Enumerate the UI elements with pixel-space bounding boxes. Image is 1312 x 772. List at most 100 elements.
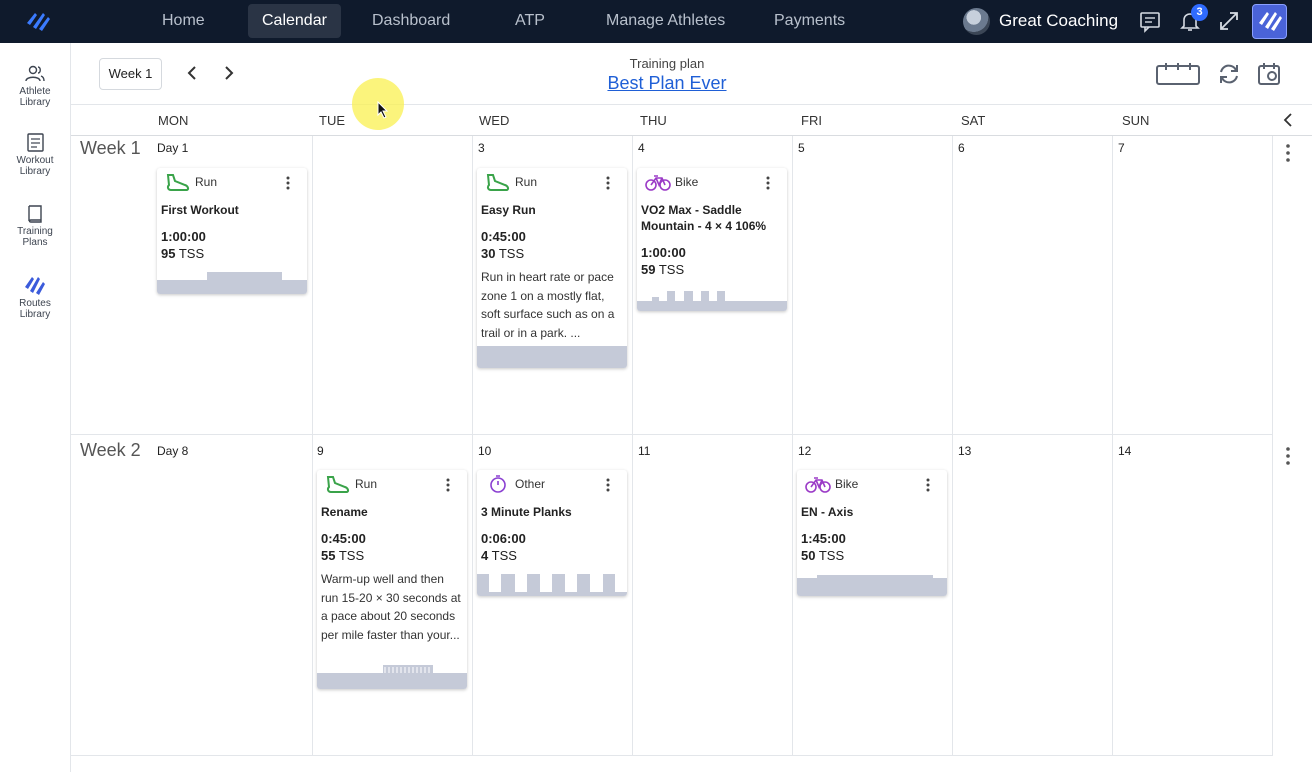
sidebar-item-label: Routes Library — [19, 298, 51, 320]
notification-count-badge: 3 — [1191, 4, 1208, 21]
sport-label: Bike — [675, 175, 699, 189]
workout-card-header: Run — [477, 168, 627, 196]
workout-duration: 1:45:00 — [801, 531, 846, 546]
date-number: Day 1 — [157, 141, 189, 155]
run-shoe-icon — [166, 174, 190, 191]
day-header-row: MON TUE WED THU FRI SAT SUN — [71, 104, 1312, 136]
nav-manage-athletes[interactable]: Manage Athletes — [592, 4, 739, 38]
day-header-fri: FRI — [801, 113, 822, 128]
plan-title-link[interactable]: Best Plan Ever — [567, 73, 767, 94]
workout-card-header: Bike — [797, 470, 947, 498]
sport-label: Run — [195, 175, 218, 189]
day-header-sat: SAT — [961, 113, 986, 128]
workout-tss: 4 TSS — [481, 548, 517, 563]
book-icon — [28, 205, 42, 223]
workout-intensity-chart — [477, 574, 627, 596]
workout-card[interactable]: Run First Workout 1:00:00 95 TSS — [157, 168, 307, 294]
sport-label: Other — [515, 477, 546, 491]
card-menu-icon[interactable] — [441, 478, 455, 492]
workout-card-header: Run — [157, 168, 307, 196]
date-number: 13 — [958, 444, 972, 458]
people-icon — [25, 65, 45, 82]
app-switcher-button[interactable] — [1252, 4, 1287, 39]
week-menu-icon[interactable] — [1282, 446, 1294, 466]
sidebar-item-athlete-library[interactable]: Athlete Library — [0, 64, 70, 108]
workout-tss: 50 TSS — [801, 548, 845, 563]
messages-icon[interactable] — [1138, 9, 1162, 33]
date-number: 14 — [1118, 444, 1132, 458]
nav-calendar[interactable]: Calendar — [248, 4, 341, 38]
grid-divider — [952, 136, 953, 756]
card-menu-icon[interactable] — [921, 478, 935, 492]
date-number: Day 8 — [157, 444, 189, 458]
day-header-wed: WED — [479, 113, 510, 128]
workout-intensity-chart — [477, 346, 627, 368]
collapse-panel-icon[interactable] — [1280, 112, 1296, 128]
card-menu-icon[interactable] — [281, 176, 295, 190]
next-week-icon[interactable] — [219, 64, 237, 82]
date-number: 6 — [958, 141, 965, 155]
run-shoe-icon — [326, 476, 350, 493]
bike-icon — [805, 477, 831, 493]
sidebar-item-routes-library[interactable]: Routes Library — [0, 274, 70, 320]
workout-card[interactable]: Run Rename 0:45:00 55 TSS Warm-up well a… — [317, 470, 467, 689]
workout-intensity-chart — [797, 575, 947, 596]
stopwatch-icon — [490, 475, 506, 493]
nav-dashboard[interactable]: Dashboard — [358, 4, 464, 38]
sidebar-item-training-plans[interactable]: Training Plans — [0, 204, 70, 248]
app-switcher-logo-icon — [1259, 12, 1282, 31]
refresh-icon[interactable] — [1216, 61, 1242, 87]
user-avatar[interactable] — [963, 8, 990, 35]
date-number: 3 — [478, 141, 485, 155]
workout-card[interactable]: Other 3 Minute Planks 0:06:00 4 TSS — [477, 470, 627, 596]
workout-tss: 59 TSS — [641, 262, 685, 277]
card-menu-icon[interactable] — [761, 176, 775, 190]
grid-divider — [1112, 136, 1113, 756]
calendar-range-icon[interactable] — [1156, 61, 1200, 87]
bike-icon — [645, 175, 671, 191]
date-number: 7 — [1118, 141, 1125, 155]
date-number: 11 — [638, 444, 651, 458]
nav-atp[interactable]: ATP — [501, 4, 559, 38]
top-navigation-bar: Home Calendar Dashboard ATP Manage Athle… — [0, 0, 1312, 43]
grid-divider — [1272, 136, 1273, 756]
day-header-mon: MON — [158, 113, 189, 128]
workout-intensity-chart — [637, 291, 787, 311]
week-select-dropdown[interactable]: Week 1 — [99, 58, 162, 90]
workout-card[interactable]: Run Easy Run 0:45:00 30 TSS Run in heart… — [477, 168, 627, 368]
run-shoe-icon — [486, 174, 510, 191]
workout-intensity-chart — [157, 272, 307, 294]
workout-title: First Workout — [161, 203, 239, 217]
nav-home[interactable]: Home — [148, 4, 219, 38]
workout-tss: 55 TSS — [321, 548, 365, 563]
date-number: 4 — [638, 141, 645, 155]
previous-week-icon[interactable] — [184, 64, 202, 82]
workout-card[interactable]: Bike EN - Axis 1:45:00 50 TSS — [797, 470, 947, 596]
week-label: Week 2 — [80, 440, 141, 460]
calendar-settings-icon[interactable] — [1257, 61, 1283, 87]
sidebar-item-workout-library[interactable]: Workout Library — [0, 133, 70, 177]
workout-duration: 1:00:00 — [641, 245, 686, 260]
nav-payments[interactable]: Payments — [760, 4, 859, 38]
expand-icon[interactable] — [1217, 9, 1241, 33]
grid-divider — [312, 136, 313, 756]
date-number: 9 — [317, 444, 324, 458]
workout-title: VO2 Max - Saddle Mountain - 4 × 4 106% — [641, 203, 767, 233]
workout-card[interactable]: Bike VO2 Max - Saddle Mountain - 4 × 4 1… — [637, 168, 787, 311]
sport-label: Bike — [835, 477, 859, 491]
plan-caption: Training plan — [629, 56, 705, 71]
workout-tss: 30 TSS — [481, 246, 525, 261]
grid-divider — [632, 136, 633, 756]
workout-title: Easy Run — [481, 203, 536, 217]
card-menu-icon[interactable] — [601, 176, 615, 190]
date-number: 5 — [798, 141, 805, 155]
mouse-cursor-icon — [377, 101, 389, 119]
card-menu-icon[interactable] — [601, 478, 615, 492]
day-header-thu: THU — [640, 113, 667, 128]
user-name[interactable]: Great Coaching — [999, 4, 1118, 38]
routes-logo-icon — [25, 277, 45, 295]
sport-label: Run — [355, 477, 378, 491]
week-menu-icon[interactable] — [1282, 143, 1294, 163]
app-logo-icon[interactable] — [24, 9, 52, 33]
grid-divider — [792, 136, 793, 756]
